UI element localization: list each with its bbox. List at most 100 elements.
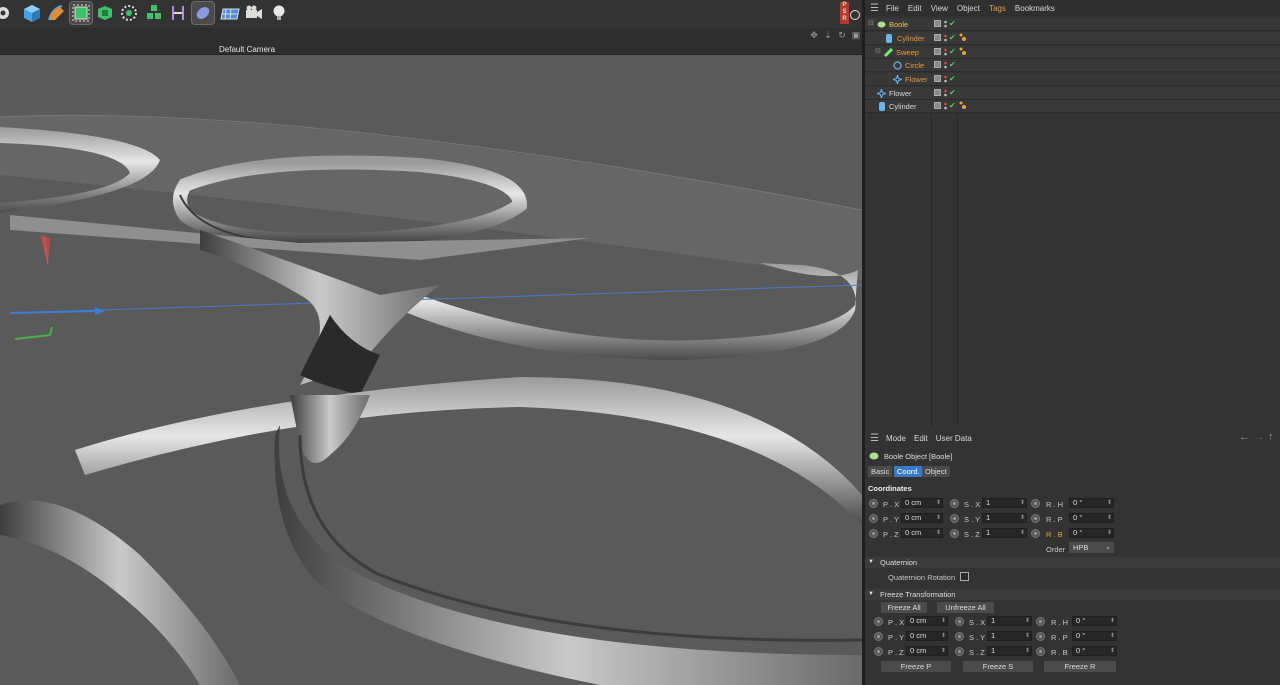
power-icon[interactable] bbox=[850, 10, 860, 20]
spinner-icon[interactable]: ⬍ bbox=[941, 632, 946, 640]
sy-field[interactable]: 1 ⬍ bbox=[982, 513, 1027, 523]
keyframe-toggle[interactable] bbox=[955, 617, 964, 626]
back-arrow-icon[interactable]: ← bbox=[1239, 431, 1250, 443]
enabled-check-icon[interactable]: ✔ bbox=[949, 47, 956, 56]
keyframe-toggle[interactable] bbox=[1036, 617, 1045, 626]
object-name[interactable]: Cylinder bbox=[889, 102, 917, 111]
camera-icon[interactable] bbox=[243, 2, 265, 24]
frozen-sx-field[interactable]: 1 ⬍ bbox=[987, 616, 1032, 626]
floor-icon[interactable] bbox=[218, 2, 240, 24]
spinner-icon[interactable]: ⬍ bbox=[1025, 617, 1030, 625]
collapse-icon[interactable]: ⊟ bbox=[868, 19, 874, 27]
keyframe-toggle[interactable] bbox=[950, 499, 959, 508]
spinner-icon[interactable]: ⬍ bbox=[1110, 647, 1115, 655]
layer-icon[interactable] bbox=[934, 20, 941, 27]
layer-icon[interactable] bbox=[934, 61, 941, 68]
menu-file[interactable]: File bbox=[886, 4, 899, 13]
frozen-rb-field[interactable]: 0 ° ⬍ bbox=[1072, 646, 1117, 656]
object-name[interactable]: Boole bbox=[889, 20, 908, 29]
spinner-icon[interactable]: ⬍ bbox=[941, 617, 946, 625]
keyframe-toggle[interactable] bbox=[1031, 499, 1040, 508]
tab-basic[interactable]: Basic bbox=[868, 466, 893, 477]
rotate-view-icon[interactable]: ↻ bbox=[837, 30, 847, 40]
menu-edit[interactable]: Edit bbox=[914, 434, 928, 443]
spinner-icon[interactable]: ⬍ bbox=[936, 529, 941, 537]
keyframe-toggle[interactable] bbox=[869, 499, 878, 508]
freeze-r-button[interactable]: Freeze R bbox=[1044, 661, 1116, 672]
quaternion-rotation-checkbox[interactable] bbox=[960, 572, 969, 581]
tab-object[interactable]: Object bbox=[922, 466, 950, 477]
frozen-rp-field[interactable]: 0 ° ⬍ bbox=[1072, 631, 1117, 641]
object-row-boole[interactable]: ⊟ Boole bbox=[865, 18, 1280, 31]
section-freeze-transformation[interactable]: ▼ Freeze Transformation bbox=[865, 589, 1280, 600]
hamburger-menu-icon[interactable]: ☰ bbox=[870, 433, 879, 444]
deformer-icon[interactable] bbox=[167, 2, 189, 24]
visibility-dots-icon[interactable] bbox=[944, 48, 947, 56]
enabled-check-icon[interactable]: ✔ bbox=[949, 60, 956, 69]
field-icon[interactable] bbox=[191, 1, 215, 25]
frozen-rh-field[interactable]: 0 ° ⬍ bbox=[1072, 616, 1117, 626]
cube-icon[interactable] bbox=[21, 2, 43, 24]
camera-label[interactable]: Default Camera bbox=[219, 45, 275, 54]
menu-mode[interactable]: Mode bbox=[886, 434, 906, 443]
object-name[interactable]: Flower bbox=[905, 75, 928, 84]
menu-view[interactable]: View bbox=[931, 4, 948, 13]
sz-field[interactable]: 1 ⬍ bbox=[982, 528, 1027, 538]
rb-field[interactable]: 0 ° ⬍ bbox=[1069, 528, 1114, 538]
keyframe-toggle[interactable] bbox=[1036, 647, 1045, 656]
psr-lock-icon[interactable]: P S R bbox=[840, 2, 849, 24]
object-row-flower-child[interactable]: Flower bbox=[865, 73, 1280, 86]
spinner-icon[interactable]: ⬍ bbox=[1110, 617, 1115, 625]
3d-viewport[interactable]: Default Camera ✥ ⇣ ↻ ▣ bbox=[0, 28, 862, 685]
spinner-icon[interactable]: ⬍ bbox=[1110, 632, 1115, 640]
keyframe-toggle[interactable] bbox=[950, 529, 959, 538]
visibility-dots-icon[interactable] bbox=[944, 34, 947, 42]
freeze-p-button[interactable]: Freeze P bbox=[881, 661, 951, 672]
object-row-sweep[interactable]: ⊟ Sweep bbox=[865, 46, 1280, 59]
unfreeze-all-button[interactable]: Unfreeze All bbox=[937, 602, 994, 613]
material-tag-icon[interactable] bbox=[959, 33, 967, 43]
visibility-dots-icon[interactable] bbox=[944, 20, 947, 28]
spinner-icon[interactable]: ⬍ bbox=[1025, 647, 1030, 655]
hamburger-menu-icon[interactable]: ☰ bbox=[870, 3, 879, 14]
frozen-py-field[interactable]: 0 cm ⬍ bbox=[906, 631, 948, 641]
material-tag-icon[interactable] bbox=[959, 101, 967, 111]
visibility-dots-icon[interactable] bbox=[944, 75, 947, 83]
enabled-check-icon[interactable]: ✔ bbox=[949, 101, 956, 110]
keyframe-toggle[interactable] bbox=[1036, 632, 1045, 641]
collapse-icon[interactable]: ⊟ bbox=[875, 47, 881, 55]
layer-icon[interactable] bbox=[934, 34, 941, 41]
menu-object[interactable]: Object bbox=[957, 4, 980, 13]
order-select[interactable]: HPB ⌄ bbox=[1069, 542, 1114, 553]
up-arrow-icon[interactable]: ↑ bbox=[1268, 431, 1274, 443]
object-row-circle[interactable]: Circle bbox=[865, 59, 1280, 72]
keyframe-toggle[interactable] bbox=[874, 647, 883, 656]
menu-user-data[interactable]: User Data bbox=[936, 434, 972, 443]
spinner-icon[interactable]: ⬍ bbox=[941, 647, 946, 655]
object-name[interactable]: Sweep bbox=[896, 48, 919, 57]
object-name[interactable]: Cylinder bbox=[897, 34, 925, 43]
freeze-s-button[interactable]: Freeze S bbox=[963, 661, 1033, 672]
frozen-sz-field[interactable]: 1 ⬍ bbox=[987, 646, 1032, 656]
spinner-icon[interactable]: ⬍ bbox=[1020, 499, 1025, 507]
keyframe-toggle[interactable] bbox=[955, 632, 964, 641]
enabled-check-icon[interactable]: ✔ bbox=[949, 88, 956, 97]
layer-icon[interactable] bbox=[934, 102, 941, 109]
object-name[interactable]: Circle bbox=[905, 61, 924, 70]
visibility-dots-icon[interactable] bbox=[944, 102, 947, 110]
visibility-dots-icon[interactable] bbox=[944, 89, 947, 97]
enabled-check-icon[interactable]: ✔ bbox=[949, 33, 956, 42]
px-field[interactable]: 0 cm ⬍ bbox=[901, 498, 943, 508]
layer-icon[interactable] bbox=[934, 75, 941, 82]
keyframe-toggle[interactable] bbox=[869, 529, 878, 538]
sx-field[interactable]: 1 ⬍ bbox=[982, 498, 1027, 508]
enabled-check-icon[interactable]: ✔ bbox=[949, 19, 956, 28]
scene-render[interactable] bbox=[0, 55, 862, 685]
pz-field[interactable]: 0 cm ⬍ bbox=[901, 528, 943, 538]
object-row-cylinder-child[interactable]: Cylinder bbox=[865, 32, 1280, 45]
zoom-view-icon[interactable]: ⇣ bbox=[823, 30, 833, 40]
keyframe-toggle[interactable] bbox=[874, 617, 883, 626]
mograph-cubes-icon[interactable] bbox=[143, 2, 165, 24]
frozen-px-field[interactable]: 0 cm ⬍ bbox=[906, 616, 948, 626]
keyframe-toggle[interactable] bbox=[869, 514, 878, 523]
